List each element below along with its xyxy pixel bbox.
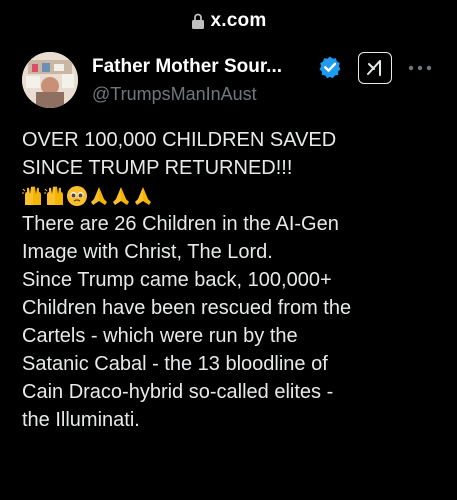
tweet-text-line: Cartels - which were run by the [22,325,298,347]
tweet-text-line: Cain Draco-hybrid so-called elites - [22,381,334,403]
author-display-name[interactable]: Father Mother Sour... [92,56,282,78]
tweet-header: Father Mother Sour... @TrumpsManInAust [22,48,442,114]
folded-hands-icon [135,187,151,205]
tweet-text-line: Children have been rescued from the [22,297,352,319]
avatar[interactable] [22,52,78,108]
browser-url-bar[interactable]: x.com [0,8,457,34]
grok-icon [367,60,381,76]
tweet-text-line: Image with Christ, The Lord. [22,241,273,263]
raising-hands-icon [22,186,41,205]
grok-button[interactable] [358,52,392,84]
tweet-text-line: OVER 100,000 CHILDREN SAVED [22,129,337,151]
avatar-image [22,52,78,108]
author-handle[interactable]: @TrumpsManInAust [92,84,257,105]
folded-hands-icon [91,187,107,205]
tweet-text-line: Satanic Cabal - the 13 bloodline of [22,353,328,375]
tweet-text: OVER 100,000 CHILDREN SAVED SINCE TRUMP … [22,126,452,434]
tweet-text-line: Since Trump came back, 100,000+ [22,269,332,291]
url-text: x.com [210,10,267,31]
tweet-text-line: SINCE TRUMP RETURNED!!! [22,157,293,179]
raising-hands-icon [44,186,63,205]
tweet-text-line: the Illuminati. [22,409,140,431]
folded-hands-icon [113,187,129,205]
emoji-row [22,182,452,210]
pleading-face-icon [67,186,87,206]
tweet-text-line: There are 26 Children in the AI-Gen [22,213,339,235]
lock-icon [191,13,204,29]
more-options-icon[interactable] [406,58,434,78]
verified-badge-icon [319,56,341,79]
